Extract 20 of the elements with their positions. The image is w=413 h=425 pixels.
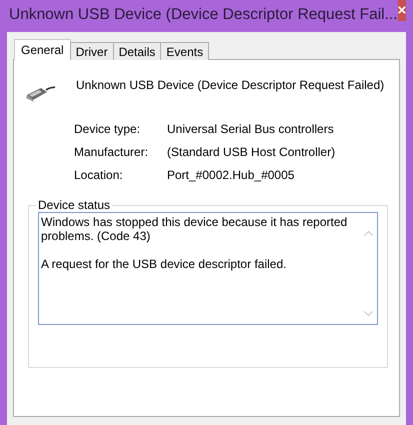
property-label: Manufacturer: — [74, 145, 150, 159]
property-value: (Standard USB Host Controller) — [167, 145, 336, 159]
tab[interactable]: Events — [160, 42, 210, 60]
window-title: Unknown USB Device (Device Descriptor Request Fail... — [8, 5, 398, 24]
group-title: Device status — [37, 198, 112, 212]
tab[interactable]: Details — [112, 42, 162, 60]
tab[interactable]: General — [14, 39, 71, 60]
scroll-up-icon[interactable] — [364, 231, 373, 236]
scroll-down-icon[interactable] — [364, 311, 373, 316]
status-message: Windows has stopped this device because it has reported problems. (Code 43) — [41, 215, 348, 243]
status-message: A request for the USB device descriptor failed. — [41, 257, 288, 271]
tab[interactable]: Driver — [70, 42, 114, 60]
property-label: Location: — [74, 168, 124, 182]
device-name: Unknown USB Device (Device Descriptor Request Failed) — [76, 78, 384, 92]
property-label: Device type: — [74, 122, 142, 136]
status-text-field[interactable]: Windows has stopped this device because it has reported problems. (Code 43) A request for the USB device descriptor failed. — [38, 212, 378, 325]
close-button[interactable]: × — [398, 0, 406, 21]
property-value: Universal Serial Bus controllers — [167, 122, 335, 136]
usb-plug-icon — [24, 84, 56, 104]
property-value: Port_#0002.Hub_#0005 — [167, 168, 296, 182]
